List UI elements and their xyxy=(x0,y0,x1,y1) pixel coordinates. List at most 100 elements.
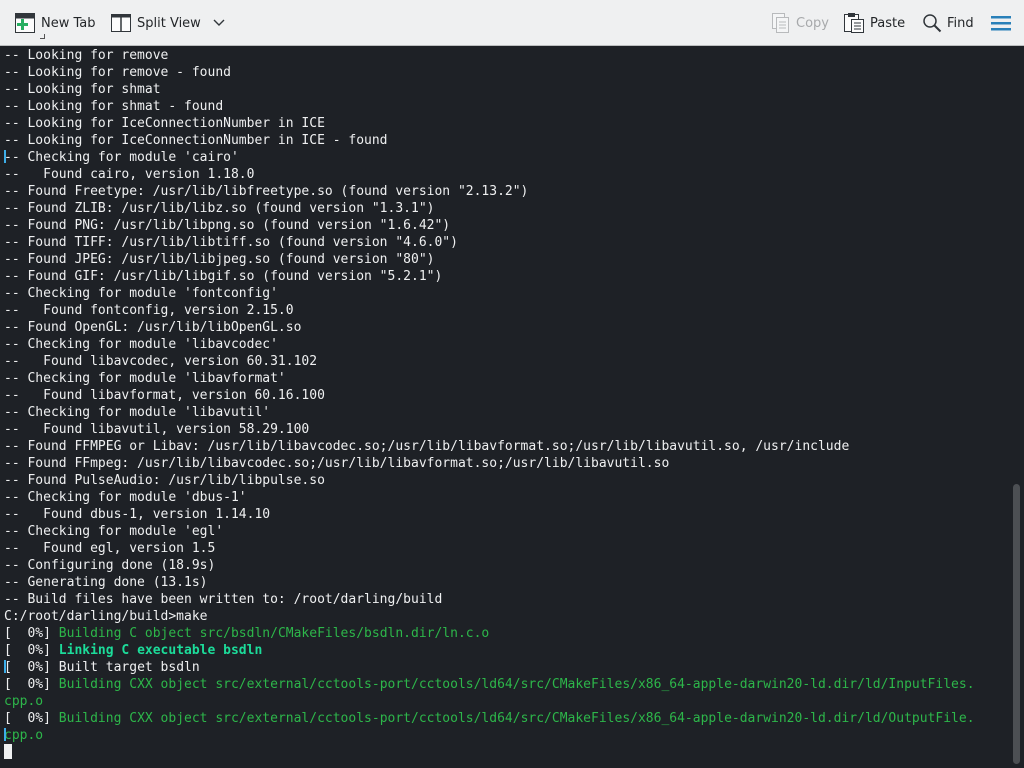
terminal-line: -- Found dbus-1, version 1.14.10 xyxy=(4,506,975,523)
find-label: Find xyxy=(947,15,974,31)
terminal-line: -- Looking for remove xyxy=(4,47,975,64)
terminal-line: -- Found Freetype: /usr/lib/libfreetype.… xyxy=(4,183,975,200)
terminal-line: -- Checking for module 'egl' xyxy=(4,523,975,540)
terminal-line: -- Checking for module 'libavformat' xyxy=(4,370,975,387)
line-text: -- Checking for module 'cairo' xyxy=(4,150,239,165)
new-tab-icon xyxy=(14,12,45,39)
progress-prefix: [ 0%] xyxy=(4,677,59,692)
progress-prefix: [ 0%] xyxy=(4,626,59,641)
terminal-line: [ 0%] Built target bsdln xyxy=(4,659,975,676)
terminal-line: -- Checking for module 'dbus-1' xyxy=(4,489,975,506)
terminal-line: C:/root/darling/build>make xyxy=(4,608,975,625)
line-text: cpp.o xyxy=(4,728,44,743)
line-text: -- Build files have been written to: /ro… xyxy=(4,592,443,607)
line-text: Building C object src/bsdln/CMakeFiles/b… xyxy=(58,626,490,641)
terminal-line: -- Found TIFF: /usr/lib/libtiff.so (foun… xyxy=(4,234,975,251)
terminal-output: -- Looking for remove -- Looking for remo… xyxy=(4,46,975,744)
terminal-line: -- Checking for module 'fontconfig' xyxy=(4,285,975,302)
terminal-cursor xyxy=(4,744,12,759)
progress-prefix: [ 0%] xyxy=(4,660,59,675)
line-text: Building CXX object src/external/cctools… xyxy=(58,677,975,692)
paste-label: Paste xyxy=(870,15,906,31)
line-text: -- Found cairo, version 1.18.0 xyxy=(4,167,255,182)
terminal-line: -- Found libavformat, version 60.16.100 xyxy=(4,387,975,404)
paste-icon xyxy=(843,12,865,34)
find-button[interactable]: Find xyxy=(922,8,974,38)
new-tab-label: New Tab xyxy=(41,15,96,31)
terminal-line: -- Build files have been written to: /ro… xyxy=(4,591,975,608)
terminal-line: -- Found PNG: /usr/lib/libpng.so (found … xyxy=(4,217,975,234)
terminal-line: [ 0%] Building CXX object src/external/c… xyxy=(4,710,975,727)
terminal-line: [ 0%] Building C object src/bsdln/CMakeF… xyxy=(4,625,975,642)
terminal-line: -- Found libavutil, version 58.29.100 xyxy=(4,421,975,438)
line-text: -- Checking for module 'libavformat' xyxy=(4,371,286,386)
line-text: -- Looking for IceConnectionNumber in IC… xyxy=(4,116,325,131)
line-text: -- Found PNG: /usr/lib/libpng.so (found … xyxy=(4,218,451,233)
line-text: -- Found Freetype: /usr/lib/libfreetype.… xyxy=(4,184,529,199)
new-tab-button[interactable]: New Tab xyxy=(14,8,96,39)
line-text: cpp.o xyxy=(4,694,44,709)
search-icon xyxy=(922,13,942,33)
line-text: -- Configuring done (18.9s) xyxy=(4,558,216,573)
line-text: -- Found JPEG: /usr/lib/libjpeg.so (foun… xyxy=(4,252,435,267)
line-text: C:/root/darling/build>make xyxy=(4,609,208,624)
terminal-line: -- Checking for module 'cairo' xyxy=(4,149,975,166)
terminal-line: -- Found PulseAudio: /usr/lib/libpulse.s… xyxy=(4,472,975,489)
progress-prefix: [ 0%] xyxy=(4,643,59,658)
line-text: -- Found GIF: /usr/lib/libgif.so (found … xyxy=(4,269,443,284)
line-text: -- Checking for module 'dbus-1' xyxy=(4,490,247,505)
terminal-line: -- Looking for IceConnectionNumber in IC… xyxy=(4,132,975,149)
terminal-line: -- Checking for module 'libavutil' xyxy=(4,404,975,421)
line-text: -- Looking for remove xyxy=(4,48,169,63)
terminal-line: -- Found fontconfig, version 2.15.0 xyxy=(4,302,975,319)
copy-button[interactable]: Copy xyxy=(771,8,829,38)
line-text: -- Found fontconfig, version 2.15.0 xyxy=(4,303,294,318)
terminal-line: -- Configuring done (18.9s) xyxy=(4,557,975,574)
line-text: -- Found TIFF: /usr/lib/libtiff.so (foun… xyxy=(4,235,458,250)
terminal-line: -- Looking for shmat xyxy=(4,81,975,98)
terminal-line: -- Found libavcodec, version 60.31.102 xyxy=(4,353,975,370)
line-text: -- Checking for module 'egl' xyxy=(4,524,224,539)
line-text: -- Looking for remove - found xyxy=(4,65,231,80)
terminal-line: -- Found egl, version 1.5 xyxy=(4,540,975,557)
scrollbar-thumb[interactable] xyxy=(1013,484,1020,764)
line-text: -- Found ZLIB: /usr/lib/libz.so (found v… xyxy=(4,201,435,216)
line-text: -- Found OpenGL: /usr/lib/libOpenGL.so xyxy=(4,320,302,335)
line-text: -- Checking for module 'libavutil' xyxy=(4,405,271,420)
toolbar: New Tab Split View Copy Paste Find xyxy=(0,0,1024,46)
line-text: -- Found FFMPEG or Libav: /usr/lib/libav… xyxy=(4,439,850,454)
line-text: Linking C executable bsdln xyxy=(58,643,263,658)
hamburger-menu-icon xyxy=(990,13,1012,33)
terminal-line: [ 0%] Building CXX object src/external/c… xyxy=(4,676,975,693)
line-text: -- Looking for IceConnectionNumber in IC… xyxy=(4,133,388,148)
terminal-line: [ 0%] Linking C executable bsdln xyxy=(4,642,975,659)
line-text: -- Found PulseAudio: /usr/lib/libpulse.s… xyxy=(4,473,325,488)
line-text: -- Found FFmpeg: /usr/lib/libavcodec.so;… xyxy=(4,456,670,471)
line-text: Built target bsdln xyxy=(58,660,200,675)
split-view-button[interactable]: Split View xyxy=(110,8,225,38)
terminal-line: -- Checking for module 'libavcodec' xyxy=(4,336,975,353)
terminal-view[interactable]: -- Looking for remove -- Looking for remo… xyxy=(0,46,1008,768)
terminal-line: -- Found FFMPEG or Libav: /usr/lib/libav… xyxy=(4,438,975,455)
chevron-down-icon[interactable] xyxy=(213,19,225,27)
terminal-line: -- Looking for shmat - found xyxy=(4,98,975,115)
line-text: -- Found dbus-1, version 1.14.10 xyxy=(4,507,271,522)
terminal-line: cpp.o xyxy=(4,693,975,710)
terminal-line: -- Found JPEG: /usr/lib/libjpeg.so (foun… xyxy=(4,251,975,268)
line-text: -- Found libavcodec, version 60.31.102 xyxy=(4,354,318,369)
line-text: -- Looking for shmat xyxy=(4,82,161,97)
paste-button[interactable]: Paste xyxy=(843,8,905,38)
terminal-line: -- Generating done (13.1s) xyxy=(4,574,975,591)
line-text: -- Found libavutil, version 58.29.100 xyxy=(4,422,310,437)
vertical-scrollbar[interactable] xyxy=(1008,46,1024,768)
terminal-line: -- Found OpenGL: /usr/lib/libOpenGL.so xyxy=(4,319,975,336)
line-marker xyxy=(4,660,6,673)
copy-label: Copy xyxy=(796,15,829,31)
line-marker xyxy=(4,728,6,741)
line-text: -- Found libavformat, version 60.16.100 xyxy=(4,388,325,403)
terminal-line: cpp.o xyxy=(4,727,975,744)
terminal-line: -- Found FFmpeg: /usr/lib/libavcodec.so;… xyxy=(4,455,975,472)
terminal-line: -- Looking for IceConnectionNumber in IC… xyxy=(4,115,975,132)
line-text: -- Checking for module 'libavcodec' xyxy=(4,337,278,352)
hamburger-menu-button[interactable] xyxy=(990,8,1012,38)
